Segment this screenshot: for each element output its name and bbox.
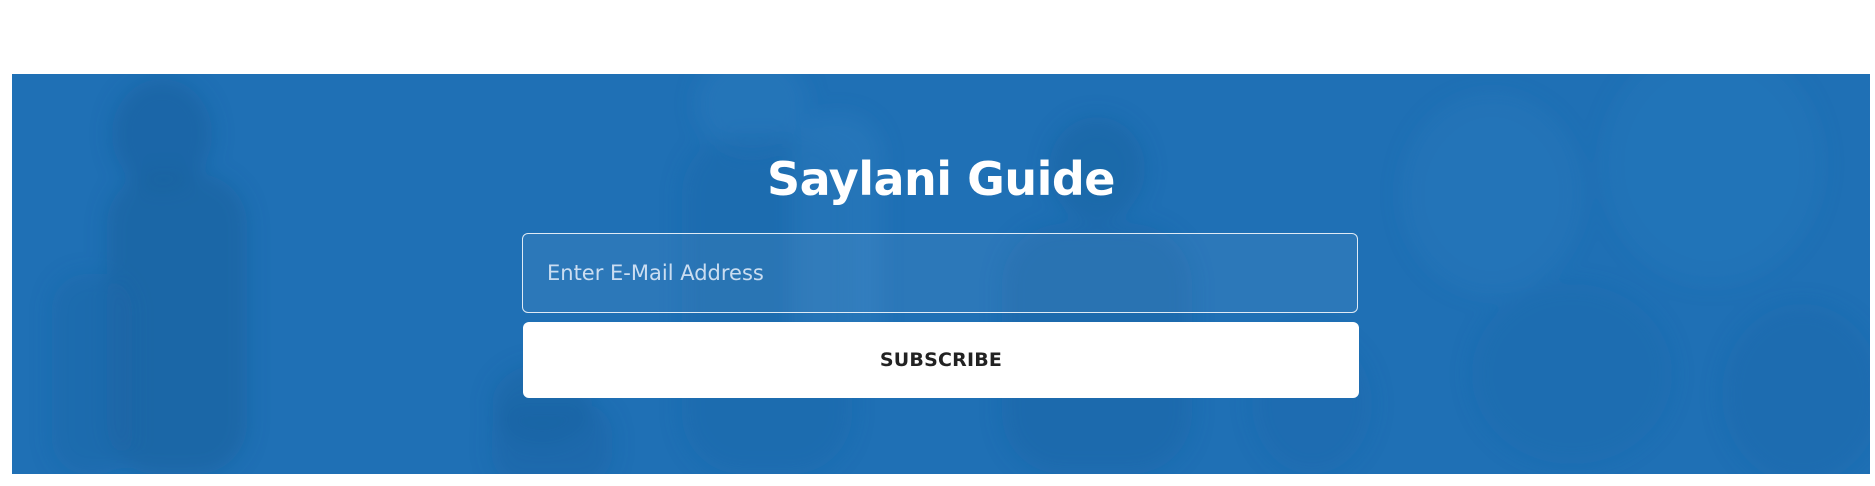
page: Saylani Guide SUBSCRIBE [0,0,1875,486]
subscribe-button[interactable]: SUBSCRIBE [523,322,1359,398]
email-input[interactable] [522,233,1358,313]
newsletter-title: Saylani Guide [767,152,1115,206]
newsletter-banner: Saylani Guide SUBSCRIBE [12,74,1870,474]
newsletter-content: Saylani Guide SUBSCRIBE [12,74,1870,474]
